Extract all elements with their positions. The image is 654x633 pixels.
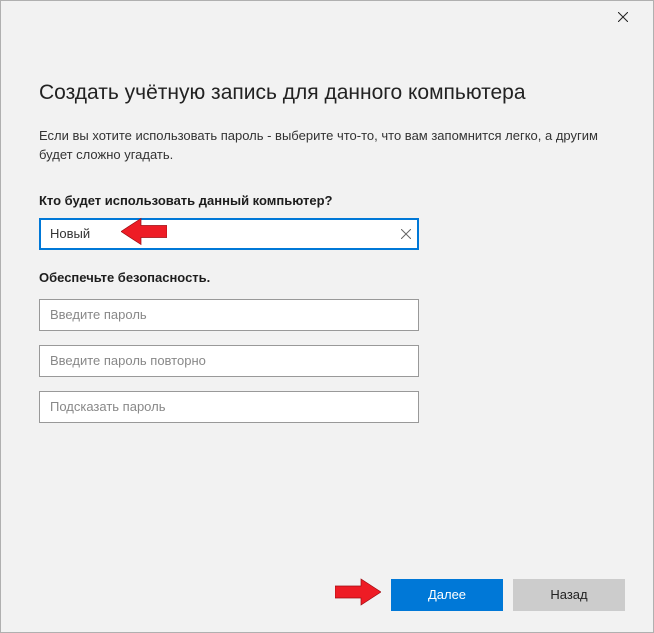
password-hint-input[interactable] [39,391,419,423]
password-row [39,299,419,331]
close-button[interactable] [603,3,643,31]
password-input[interactable] [39,299,419,331]
description-text: Если вы хотите использовать пароль - выб… [39,127,615,165]
next-button[interactable]: Далее [391,579,503,611]
content-area: Создать учётную запись для данного компь… [1,33,653,423]
username-row [39,218,419,250]
next-button-label: Далее [428,587,466,602]
password-confirm-row [39,345,419,377]
password-confirm-input[interactable] [39,345,419,377]
back-button-label: Назад [550,587,587,602]
clear-input-button[interactable] [401,226,411,242]
titlebar [1,1,653,33]
footer-buttons: Далее Назад [335,577,625,612]
back-button[interactable]: Назад [513,579,625,611]
dialog-window: Создать учётную запись для данного компь… [0,0,654,633]
password-hint-row [39,391,419,423]
x-icon [401,229,411,239]
username-input[interactable] [39,218,419,250]
username-section-label: Кто будет использовать данный компьютер? [39,193,615,208]
close-icon [618,12,628,22]
arrow-annotation-next [335,577,381,612]
page-title: Создать учётную запись для данного компь… [39,81,615,105]
security-section-label: Обеспечьте безопасность. [39,270,615,285]
